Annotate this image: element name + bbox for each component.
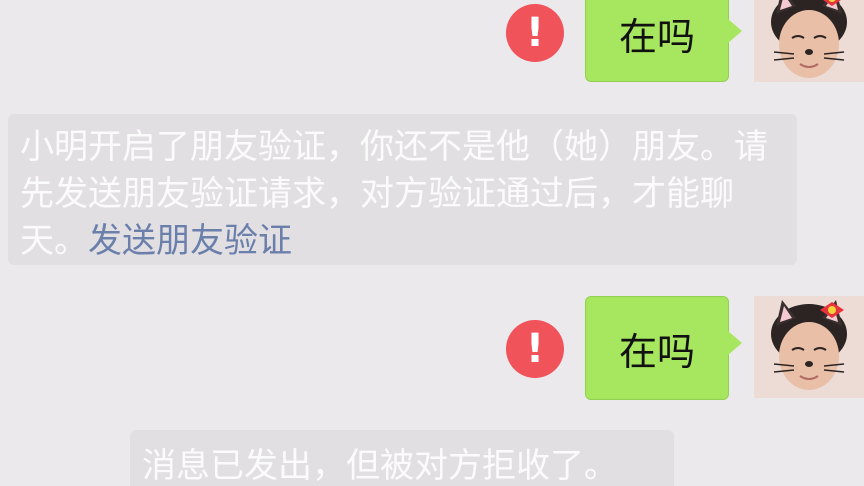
outgoing-message-row: ! 在吗 xyxy=(0,296,864,400)
avatar-image xyxy=(754,296,864,398)
avatar[interactable] xyxy=(754,296,864,398)
exclamation-icon[interactable]: ! xyxy=(506,4,564,62)
avatar[interactable] xyxy=(754,0,864,82)
exclamation-icon[interactable]: ! xyxy=(506,320,564,378)
notice-text: 消息已发出，但被对方拒收了。 xyxy=(142,446,618,486)
avatar-image xyxy=(754,0,864,82)
send-verification-link[interactable]: 发送朋友验证 xyxy=(88,221,292,261)
outgoing-message-row: ! 在吗 xyxy=(0,0,864,84)
message-bubble[interactable]: 在吗 xyxy=(585,296,742,400)
message-text: 在吗 xyxy=(618,14,695,59)
message-bubble[interactable]: 在吗 xyxy=(585,0,742,82)
friend-verification-notice: 小明开启了朋友验证，你还不是他（她）朋友。请先发送朋友验证请求，对方验证通过后，… xyxy=(8,114,797,265)
chat-view[interactable]: ! 在吗 小明开启了朋友验证，你还不是他（她）朋友。请先发送朋友验证请求，对方验… xyxy=(0,0,864,486)
message-text: 在吗 xyxy=(618,329,695,374)
message-rejected-notice: 消息已发出，但被对方拒收了。 xyxy=(130,430,674,486)
